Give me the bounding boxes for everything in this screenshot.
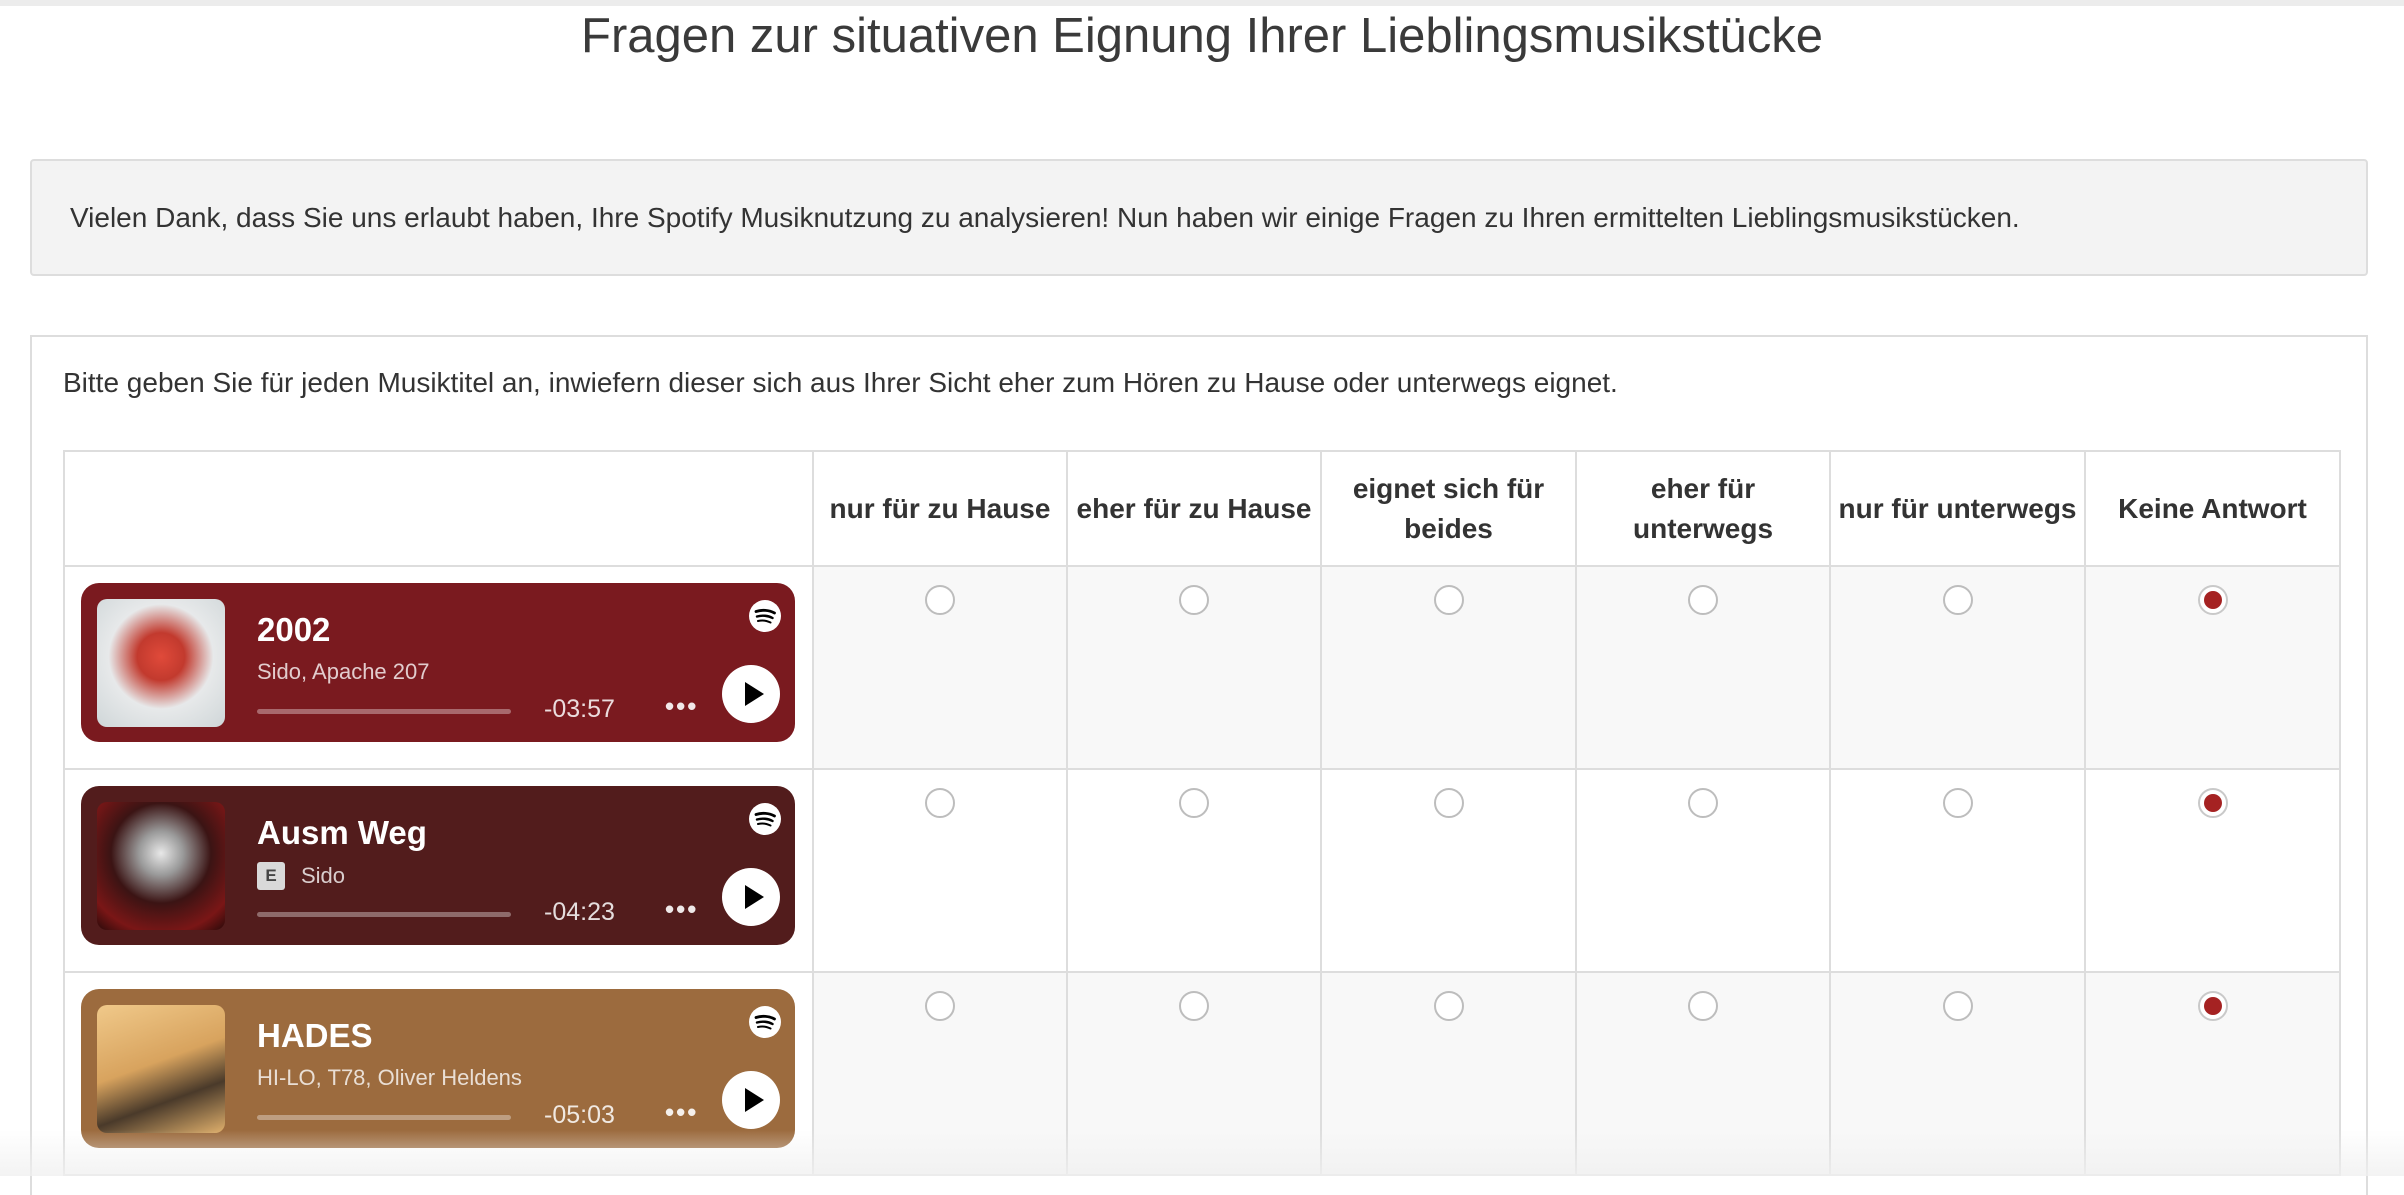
column-header-nur-unterwegs: nur für unterwegs [1829, 450, 2086, 567]
option-cell [1829, 768, 2086, 973]
radio-beides[interactable] [1433, 788, 1464, 818]
artist-names: Sido [301, 863, 346, 888]
remaining-time: -05:03 [544, 1101, 615, 1129]
radio-eher-unterwegs[interactable] [1688, 585, 1718, 615]
option-cell [1066, 971, 1322, 1176]
column-header-keine-antwort: Keine Antwort [2084, 450, 2341, 567]
play-icon [745, 682, 764, 706]
radio-keine-antwort[interactable] [2197, 788, 2228, 818]
track-title: 2002 [257, 611, 331, 648]
matrix-row: 2002 Sido, Apache 207 -03:57 ••• [63, 565, 2341, 770]
option-cell [1575, 565, 1831, 770]
radio-nur-zu-hause[interactable] [925, 788, 955, 818]
track-artist: E Sido [257, 862, 345, 890]
progress-bar[interactable] [257, 1115, 511, 1120]
matrix-header-row: nur für zu Hause eher für zu Hause eigne… [63, 450, 2341, 567]
radio-nur-zu-hause[interactable] [925, 991, 955, 1021]
question-box: Bitte geben Sie für jeden Musiktitel an,… [30, 335, 2368, 1195]
radio-eher-unterwegs[interactable] [1688, 991, 1718, 1021]
radio-eher-zu-hause[interactable] [1179, 585, 1209, 615]
player-cell: Ausm Weg E Sido -04:23 ••• [63, 768, 814, 973]
track-artist: Sido, Apache 207 [257, 659, 429, 685]
spotify-player: Ausm Weg E Sido -04:23 ••• [81, 786, 795, 945]
artist-names: Sido, Apache 207 [257, 659, 430, 684]
remaining-time: -04:23 [544, 898, 615, 926]
more-options-icon[interactable]: ••• [665, 894, 698, 925]
radio-nur-unterwegs[interactable] [1942, 991, 1973, 1021]
player-cell: HADES HI-LO, T78, Oliver Heldens -05:03 … [63, 971, 814, 1176]
option-cell [1829, 565, 2086, 770]
spotify-logo-icon[interactable] [748, 599, 782, 633]
album-art [97, 802, 225, 930]
track-artist: HI-LO, T78, Oliver Heldens [257, 1065, 522, 1091]
matrix-row: HADES HI-LO, T78, Oliver Heldens -05:03 … [63, 971, 2341, 1176]
progress-bar[interactable] [257, 912, 511, 917]
matrix-row: Ausm Weg E Sido -04:23 ••• [63, 768, 2341, 973]
spotify-player: HADES HI-LO, T78, Oliver Heldens -05:03 … [81, 989, 795, 1148]
column-header-eher-zu-hause: eher für zu Hause [1066, 450, 1322, 567]
page-title: Fragen zur situativen Eignung Ihrer Lieb… [581, 9, 1823, 63]
column-header-beides: eignet sich für beides [1320, 450, 1577, 567]
option-cell [1575, 768, 1831, 973]
option-cell [1575, 971, 1831, 1176]
radio-keine-antwort[interactable] [2197, 991, 2228, 1021]
option-cell [812, 768, 1068, 973]
question-text: Bitte geben Sie für jeden Musiktitel an,… [63, 367, 1618, 398]
column-header-nur-zu-hause: nur für zu Hause [812, 450, 1068, 567]
option-cell [812, 971, 1068, 1176]
remaining-time: -03:57 [544, 695, 615, 723]
option-cell [1829, 971, 2086, 1176]
option-cell [1320, 565, 1577, 770]
radio-eher-unterwegs[interactable] [1688, 788, 1718, 818]
matrix-header-empty [63, 450, 814, 567]
track-title: HADES [257, 1017, 373, 1054]
album-art [97, 1005, 225, 1133]
radio-nur-unterwegs[interactable] [1942, 585, 1973, 615]
option-cell [812, 565, 1068, 770]
radio-nur-unterwegs[interactable] [1942, 788, 1973, 818]
player-cell: 2002 Sido, Apache 207 -03:57 ••• [63, 565, 814, 770]
track-title: Ausm Weg [257, 814, 427, 851]
play-icon [745, 1088, 764, 1112]
option-cell [2084, 565, 2341, 770]
progress-bar[interactable] [257, 709, 511, 714]
column-header-eher-unterwegs: eher für unterwegs [1575, 450, 1831, 567]
explicit-badge: E [257, 862, 285, 890]
option-cell [1066, 768, 1322, 973]
option-cell [2084, 768, 2341, 973]
option-cell [1320, 768, 1577, 973]
radio-beides[interactable] [1433, 585, 1464, 615]
spotify-logo-icon[interactable] [748, 802, 782, 836]
intro-text: Vielen Dank, dass Sie uns erlaubt haben,… [70, 201, 2020, 233]
play-icon [745, 885, 764, 909]
option-cell [1066, 565, 1322, 770]
more-options-icon[interactable]: ••• [665, 691, 698, 722]
radio-beides[interactable] [1433, 991, 1464, 1021]
spotify-player: 2002 Sido, Apache 207 -03:57 ••• [81, 583, 795, 742]
spotify-logo-icon[interactable] [748, 1005, 782, 1039]
more-options-icon[interactable]: ••• [665, 1097, 698, 1128]
play-button[interactable] [722, 1071, 780, 1129]
play-button[interactable] [722, 665, 780, 723]
answer-matrix: nur für zu Hause eher für zu Hause eigne… [63, 450, 2341, 1176]
radio-eher-zu-hause[interactable] [1179, 991, 1209, 1021]
radio-keine-antwort[interactable] [2197, 585, 2228, 615]
option-cell [2084, 971, 2341, 1176]
album-art [97, 599, 225, 727]
radio-eher-zu-hause[interactable] [1179, 788, 1209, 818]
artist-names: HI-LO, T78, Oliver Heldens [257, 1065, 522, 1090]
play-button[interactable] [722, 868, 780, 926]
option-cell [1320, 971, 1577, 1176]
radio-nur-zu-hause[interactable] [925, 585, 955, 615]
intro-box: Vielen Dank, dass Sie uns erlaubt haben,… [30, 159, 2368, 276]
